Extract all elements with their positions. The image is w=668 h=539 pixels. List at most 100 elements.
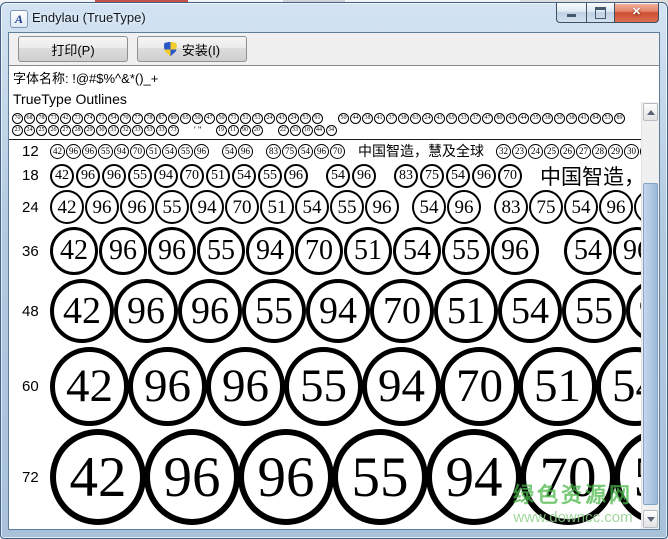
client-area: 打印(P) 安装(I) 字体名称: !@#$%^&*()_+ TrueType … xyxy=(8,32,660,530)
circled-number-glyph: 33 xyxy=(458,113,469,124)
circled-number-glyph: 51 xyxy=(434,279,498,343)
minimize-button[interactable] xyxy=(556,3,586,23)
circled-number-glyph: 38 xyxy=(362,113,373,124)
up-arrow-icon xyxy=(647,110,655,115)
glyph-strip: 4296965594705154559654968375549670中国智造，慧… xyxy=(50,141,642,161)
circled-number-glyph: 41 xyxy=(374,113,385,124)
size-label: 18 xyxy=(9,167,50,184)
circled-number-glyph: 96 xyxy=(447,190,481,224)
circled-number-glyph: 44 xyxy=(314,125,325,136)
circled-number-glyph: 24 xyxy=(528,144,543,159)
circled-number-glyph: 96 xyxy=(284,164,308,188)
circled-number-glyph: 22 xyxy=(278,125,289,136)
circled-number-glyph: 28 xyxy=(72,125,83,136)
circled-number-glyph: 70 xyxy=(440,347,519,426)
circled-number-glyph: 70 xyxy=(130,144,145,159)
font-info: 字体名称: !@#$%^&*()_+ TrueType Outlines xyxy=(9,66,659,110)
circled-number-glyph: 84 xyxy=(590,113,601,124)
circled-number-glyph: 47 xyxy=(482,113,493,124)
circled-number-glyph: 54 xyxy=(564,190,598,224)
vertical-scrollbar[interactable] xyxy=(641,102,659,529)
circled-number-glyph: 38 xyxy=(398,113,409,124)
circled-number-glyph: 94 xyxy=(246,227,294,275)
circled-number-glyph: 94 xyxy=(154,164,178,188)
close-button[interactable]: ✕ xyxy=(615,3,659,23)
install-button[interactable]: 安装(I) xyxy=(137,36,247,62)
circled-number-glyph: 53 xyxy=(300,113,311,124)
circled-number-glyph: 37 xyxy=(470,113,481,124)
circled-number-glyph: 96 xyxy=(599,190,633,224)
maximize-icon xyxy=(595,7,606,19)
circled-number-glyph: 70 xyxy=(520,429,616,525)
circled-number-glyph: 43 xyxy=(506,113,517,124)
outline-type-line: TrueType Outlines xyxy=(13,89,657,109)
circled-number-glyph: 96 xyxy=(472,164,496,188)
circled-number-glyph: 83 xyxy=(266,144,281,159)
circled-number-glyph: 87 xyxy=(156,113,167,124)
scrollbar-thumb[interactable] xyxy=(643,183,658,505)
circled-number-glyph: 96 xyxy=(178,279,242,343)
circled-number-glyph: 35 xyxy=(530,113,541,124)
circled-number-glyph: 18 xyxy=(302,125,313,136)
close-icon: ✕ xyxy=(632,7,641,18)
circled-number-glyph: 96 xyxy=(120,190,154,224)
install-button-label: 安装(I) xyxy=(182,40,220,59)
chinese-sample-text: 中国智造，慧及全球 xyxy=(358,141,484,161)
circled-number-glyph: 23 xyxy=(512,144,527,159)
circled-number-glyph: 42 xyxy=(60,113,71,124)
circled-number-glyph: 54 xyxy=(326,164,350,188)
circled-number-glyph: 78 xyxy=(144,113,155,124)
circled-number-glyph: 29 xyxy=(84,125,95,136)
minimize-icon xyxy=(567,14,576,17)
circled-number-glyph: 80 xyxy=(168,113,179,124)
circled-number-glyph: 55 xyxy=(442,227,490,275)
circled-number-glyph: 54 xyxy=(446,164,470,188)
glyph-strip: 4296965594705154559654968375549670中国智造，慧… xyxy=(50,341,642,431)
circled-number-glyph: 54 xyxy=(564,227,612,275)
circled-number-glyph: 32 xyxy=(496,144,511,159)
circled-number-glyph: 54 xyxy=(162,144,177,159)
circled-number-glyph: 75 xyxy=(282,144,297,159)
circled-number-glyph: 96 xyxy=(206,347,285,426)
titlebar[interactable]: A Endylau (TrueType) ✕ xyxy=(1,3,667,32)
circled-number-glyph: 96 xyxy=(76,164,100,188)
circled-number-glyph: 27 xyxy=(60,125,71,136)
circled-number-glyph: 96 xyxy=(314,144,329,159)
size-sample-row: 604296965594705154559654968375549670中国智造… xyxy=(9,345,659,427)
circled-number-glyph: 96 xyxy=(352,164,376,188)
circled-number-glyph: 96 xyxy=(66,144,81,159)
circled-number-glyph: 38 xyxy=(566,113,577,124)
circled-number-glyph: 70 xyxy=(12,113,23,124)
circled-number-glyph: 68 xyxy=(24,113,35,124)
scroll-up-button[interactable] xyxy=(643,103,658,121)
circled-number-glyph: 44 xyxy=(518,113,529,124)
print-button[interactable]: 打印(P) xyxy=(18,36,128,62)
circled-number-glyph: 70 xyxy=(370,279,434,343)
circled-number-glyph: 96 xyxy=(128,347,207,426)
circled-number-glyph: 28 xyxy=(592,144,607,159)
size-label: 12 xyxy=(9,143,50,160)
chinese-sample-text: 中国智造，慧及全球 xyxy=(540,161,642,191)
print-button-label: 打印(P) xyxy=(51,40,94,59)
circled-number-glyph: 77 xyxy=(132,113,143,124)
circled-number-glyph: 42 xyxy=(50,164,74,188)
circled-number-glyph: 96 xyxy=(626,279,642,343)
circled-number-glyph: 83 xyxy=(394,164,418,188)
circled-number-glyph: 55 xyxy=(155,190,189,224)
size-label: 60 xyxy=(9,378,50,395)
circled-number-glyph: 42 xyxy=(50,190,84,224)
circled-number-glyph: 33 xyxy=(156,125,167,136)
circled-number-glyph: 51 xyxy=(518,347,597,426)
scroll-down-button[interactable] xyxy=(643,510,658,528)
circled-number-glyph: 74 xyxy=(84,113,95,124)
circled-number-glyph: 55 xyxy=(332,429,428,525)
circled-number-glyph: 47 xyxy=(204,113,215,124)
font-viewer-window: A Endylau (TrueType) ✕ 打印(P) 安装(I) 字体名称:… xyxy=(0,2,668,539)
circled-number-glyph: 73 xyxy=(72,113,83,124)
circled-number-glyph: 31 xyxy=(108,125,119,136)
glyph-strip: 4296965594705154559654968375549670中国智造，慧… xyxy=(50,161,642,191)
maximize-button[interactable] xyxy=(586,3,615,23)
circled-number-glyph: 94 xyxy=(114,144,129,159)
size-label: 48 xyxy=(9,303,50,320)
circled-number-glyph: 25 xyxy=(36,125,47,136)
